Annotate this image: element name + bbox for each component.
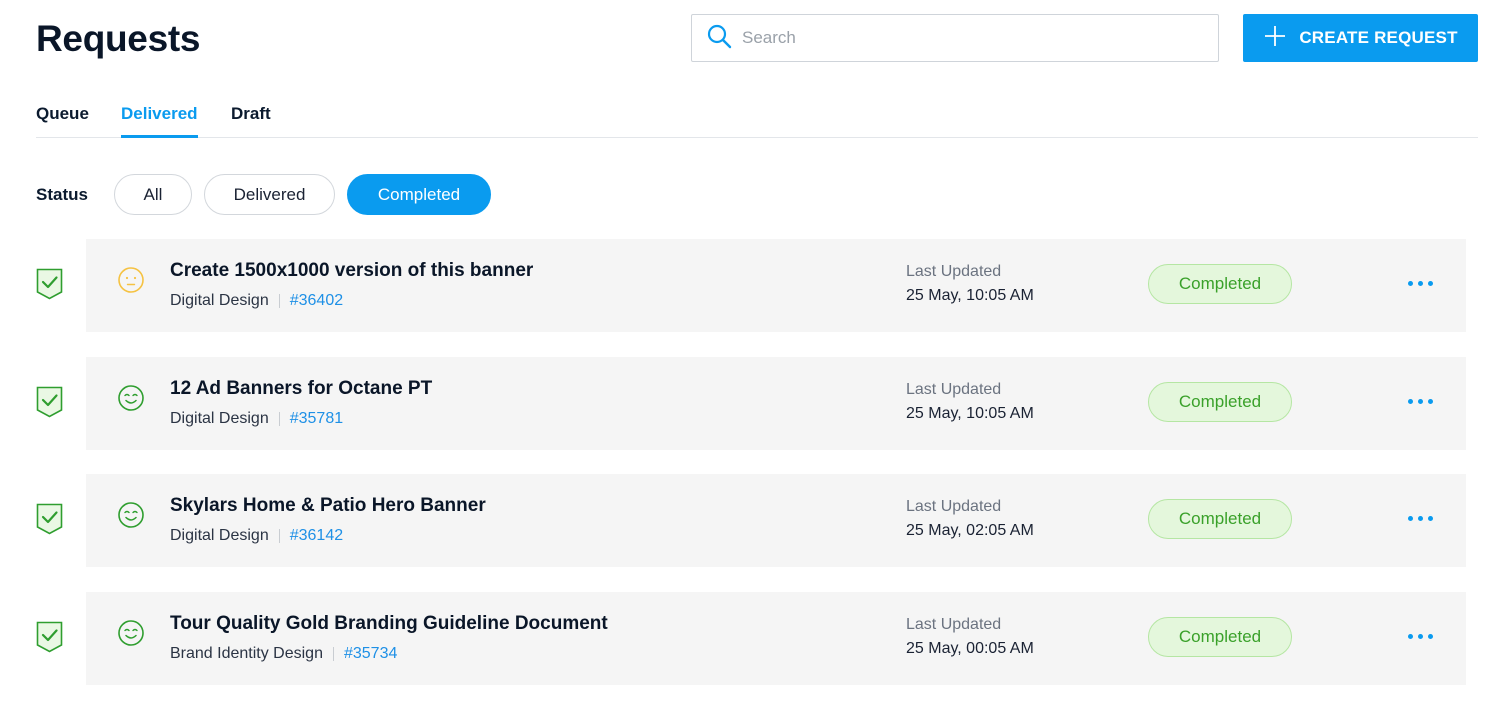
request-id-link[interactable]: #35781 — [290, 410, 343, 428]
check-shield-icon[interactable] — [36, 268, 63, 300]
request-category: Digital Design — [170, 292, 269, 309]
request-row[interactable]: Skylars Home & Patio Hero Banner Digital… — [86, 474, 1466, 567]
tab-delivered[interactable]: Delivered — [121, 104, 198, 138]
status-badge: Completed — [1148, 499, 1292, 539]
happy-face-icon — [117, 619, 145, 647]
request-row[interactable]: Tour Quality Gold Branding Guideline Doc… — [86, 592, 1466, 685]
request-category: Digital Design — [170, 410, 269, 427]
request-id-link[interactable]: #36402 — [290, 292, 343, 310]
happy-face-icon — [117, 384, 145, 412]
last-updated-label: Last Updated — [906, 498, 1002, 515]
last-updated-date: 25 May, 10:05 AM — [906, 405, 1034, 422]
neutral-face-icon — [117, 266, 145, 294]
create-request-button[interactable]: CREATE REQUEST — [1243, 14, 1478, 62]
request-title[interactable]: 12 Ad Banners for Octane PT — [170, 378, 432, 400]
last-updated-date: 25 May, 10:05 AM — [906, 287, 1034, 304]
page-title: Requests — [36, 18, 201, 59]
meta-divider — [278, 294, 280, 308]
request-meta: Digital Design #35781 — [170, 410, 343, 428]
search-input[interactable] — [742, 28, 1182, 48]
status-badge: Completed — [1148, 617, 1292, 657]
status-badge: Completed — [1148, 264, 1292, 304]
create-request-label: CREATE REQUEST — [1299, 28, 1458, 47]
tab-draft[interactable]: Draft — [231, 104, 271, 138]
check-shield-icon[interactable] — [36, 503, 63, 535]
last-updated-label: Last Updated — [906, 263, 1002, 280]
last-updated-label: Last Updated — [906, 616, 1002, 633]
more-dots-icon[interactable] — [1402, 624, 1438, 648]
status-filter-delivered[interactable]: Delivered — [204, 174, 335, 215]
happy-face-icon — [117, 501, 145, 529]
last-updated-date: 25 May, 02:05 AM — [906, 522, 1034, 539]
status-filter-all[interactable]: All — [114, 174, 192, 215]
search-icon — [706, 23, 732, 54]
more-dots-icon[interactable] — [1402, 271, 1438, 295]
request-meta: Digital Design #36142 — [170, 527, 343, 545]
request-id-link[interactable]: #35734 — [344, 645, 397, 663]
meta-divider — [332, 647, 334, 661]
request-title[interactable]: Tour Quality Gold Branding Guideline Doc… — [170, 613, 608, 635]
tab-queue[interactable]: Queue — [36, 104, 89, 138]
plus-icon — [1263, 24, 1299, 53]
last-updated-date: 25 May, 00:05 AM — [906, 640, 1034, 657]
request-meta: Digital Design #36402 — [170, 292, 343, 310]
last-updated-label: Last Updated — [906, 381, 1002, 398]
tab-bar: Queue Delivered Draft — [36, 100, 1478, 138]
request-row[interactable]: 12 Ad Banners for Octane PT Digital Desi… — [86, 357, 1466, 450]
request-title[interactable]: Skylars Home & Patio Hero Banner — [170, 495, 486, 517]
status-badge: Completed — [1148, 382, 1292, 422]
status-filter-completed[interactable]: Completed — [347, 174, 491, 215]
check-shield-icon[interactable] — [36, 621, 63, 653]
status-filter-label: Status — [36, 185, 88, 204]
request-meta: Brand Identity Design #35734 — [170, 645, 397, 663]
request-category: Brand Identity Design — [170, 645, 323, 662]
search-box[interactable] — [691, 14, 1219, 62]
meta-divider — [278, 529, 280, 543]
request-id-link[interactable]: #36142 — [290, 527, 343, 545]
request-title[interactable]: Create 1500x1000 version of this banner — [170, 260, 533, 282]
more-dots-icon[interactable] — [1402, 506, 1438, 530]
request-row[interactable]: Create 1500x1000 version of this banner … — [86, 239, 1466, 332]
meta-divider — [278, 412, 280, 426]
more-dots-icon[interactable] — [1402, 389, 1438, 413]
request-category: Digital Design — [170, 527, 269, 544]
check-shield-icon[interactable] — [36, 386, 63, 418]
